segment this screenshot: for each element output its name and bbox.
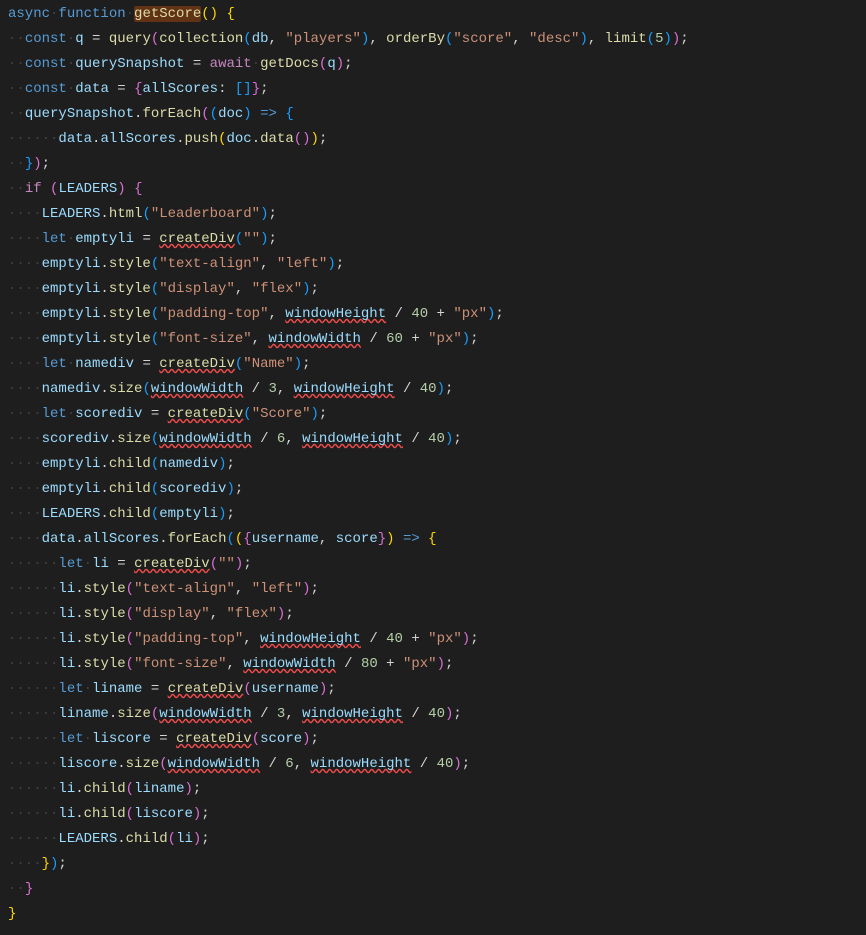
code-line: ······li.style("padding-top", windowHeig… [8,627,866,652]
code-line: ····data.allScores.forEach(({username, s… [8,527,866,552]
code-line: ······let·li = createDiv(""); [8,552,866,577]
code-line: ····emptyli.style("text-align", "left"); [8,252,866,277]
code-line: ····LEADERS.child(emptyli); [8,502,866,527]
code-line: ··const·data = {allScores: []}; [8,77,866,102]
code-line: ··if (LEADERS) { [8,177,866,202]
code-line: ··const·q = query(collection(db, "player… [8,27,866,52]
code-line: ······let·liname = createDiv(username); [8,677,866,702]
code-line: ······let·liscore = createDiv(score); [8,727,866,752]
code-line: ······li.child(liscore); [8,802,866,827]
code-editor[interactable]: async·function·getScore() { ··const·q = … [8,2,866,927]
code-line: ····let·namediv = createDiv("Name"); [8,352,866,377]
code-line: ······data.allScores.push(doc.data()); [8,127,866,152]
code-line: ····emptyli.child(namediv); [8,452,866,477]
code-line: ······li.child(liname); [8,777,866,802]
code-line: ····let·emptyli = createDiv(""); [8,227,866,252]
function-name: getScore [134,6,201,22]
code-line: ······li.style("text-align", "left"); [8,577,866,602]
code-line: async·function·getScore() { [8,2,866,27]
code-line: ····}); [8,852,866,877]
code-line: ····emptyli.child(scorediv); [8,477,866,502]
code-line: ····let·scorediv = createDiv("Score"); [8,402,866,427]
code-line: ······LEADERS.child(li); [8,827,866,852]
code-line: ··} [8,877,866,902]
code-line: ····namediv.size(windowWidth / 3, window… [8,377,866,402]
code-line: ····scorediv.size(windowWidth / 6, windo… [8,427,866,452]
code-line: ····LEADERS.html("Leaderboard"); [8,202,866,227]
code-line: ··const·querySnapshot = await·getDocs(q)… [8,52,866,77]
code-line: ····emptyli.style("font-size", windowWid… [8,327,866,352]
code-line: ··}); [8,152,866,177]
code-line: ····emptyli.style("padding-top", windowH… [8,302,866,327]
code-line: ······liname.size(windowWidth / 3, windo… [8,702,866,727]
code-line: ······liscore.size(windowWidth / 6, wind… [8,752,866,777]
code-line: ····emptyli.style("display", "flex"); [8,277,866,302]
code-line: ······li.style("display", "flex"); [8,602,866,627]
code-line: ··querySnapshot.forEach((doc) => { [8,102,866,127]
code-line: ······li.style("font-size", windowWidth … [8,652,866,677]
code-line: } [8,902,866,927]
